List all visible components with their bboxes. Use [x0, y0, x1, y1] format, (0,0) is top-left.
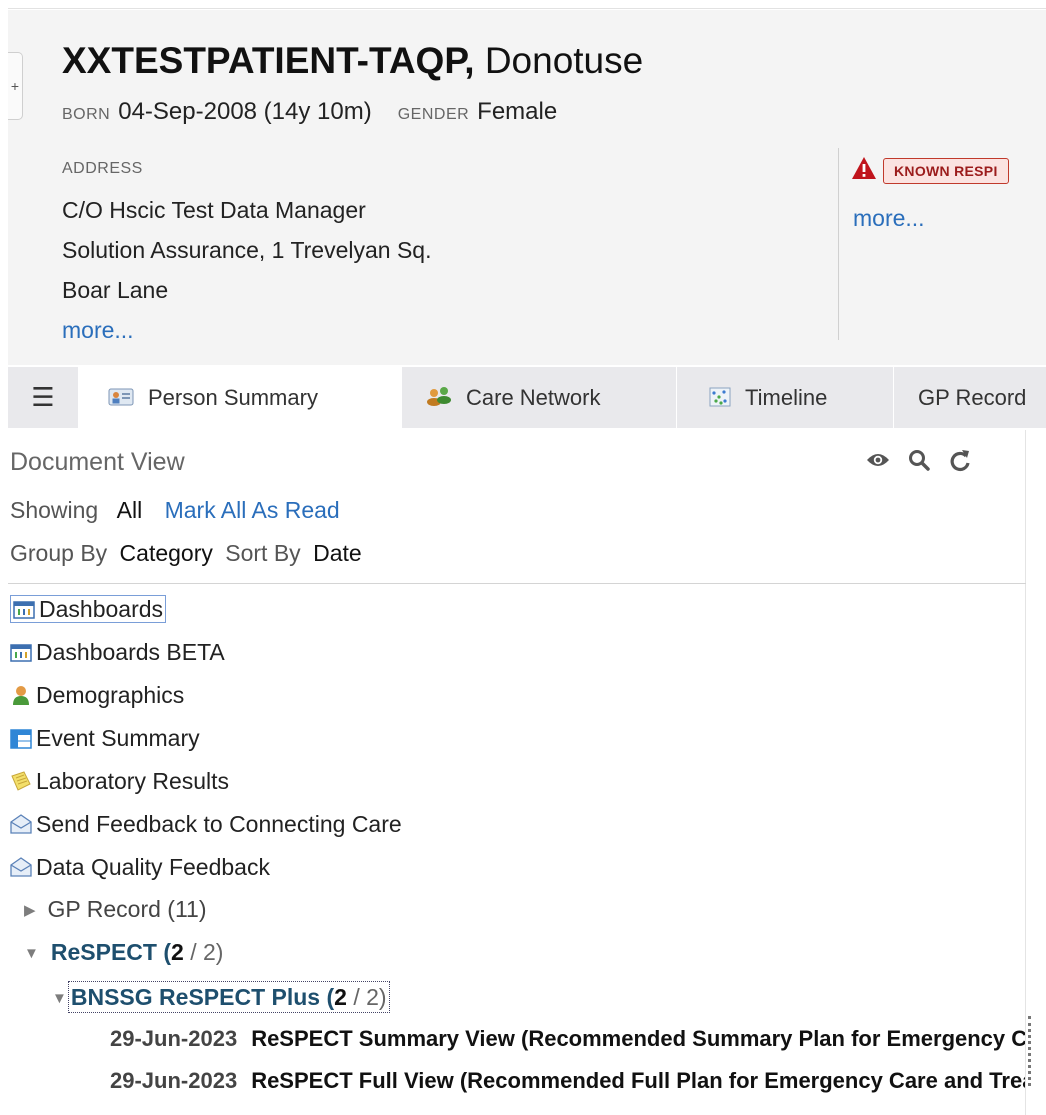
tab-label: Person Summary: [148, 385, 318, 410]
tree-item-label: Laboratory Results: [36, 768, 230, 794]
tree-item-label: Dashboards: [39, 596, 164, 622]
tab-gp-record[interactable]: GP Record: [894, 367, 1046, 428]
showing-row: Showing All Mark All As Read: [10, 497, 340, 524]
toolbar-icons: [866, 448, 985, 477]
care-network-icon: [426, 369, 452, 428]
resize-handle[interactable]: [1028, 1016, 1033, 1086]
sort-by-label: Sort By: [225, 540, 301, 566]
tree-item-event-summary[interactable]: Event Summary: [10, 725, 200, 755]
patient-name: XXTESTPATIENT-TAQP, Donotuse: [62, 40, 643, 82]
person-icon: [10, 684, 32, 712]
table-icon: [10, 728, 32, 755]
document-view-title: Document View: [10, 448, 185, 476]
tree-item-label: Dashboards BETA: [36, 639, 225, 665]
gender-label: GENDER: [397, 106, 470, 123]
tab-timeline[interactable]: Timeline: [677, 367, 893, 428]
tree-node-respect[interactable]: ▼ ReSPECT (2 / 2): [24, 939, 223, 966]
gender-value: Female: [477, 98, 558, 125]
tree-item-laboratory-results[interactable]: Laboratory Results: [10, 768, 229, 798]
patient-banner: + XXTESTPATIENT-TAQP, Donotuse BORN 04-Se…: [8, 10, 1046, 365]
tree-item-dashboards[interactable]: Dashboards: [10, 595, 167, 626]
tree-node-label: ReSPECT: [50, 939, 157, 965]
document-date: 29-Jun-2023: [110, 1026, 238, 1051]
born-label: BORN: [62, 106, 111, 123]
envelope-icon: [10, 813, 32, 841]
sort-by-value[interactable]: Date: [313, 540, 362, 566]
tree-item-data-quality-feedback[interactable]: Data Quality Feedback: [10, 854, 270, 884]
address-more-link[interactable]: more...: [62, 310, 432, 350]
top-border: [8, 8, 1046, 9]
group-sort-row: Group By Category Sort By Date: [10, 540, 362, 567]
collapse-arrow-icon[interactable]: ▼: [24, 945, 39, 962]
tree-item-dashboards-beta[interactable]: Dashboards BETA: [10, 639, 225, 669]
alert-area: KNOWN RESPI: [851, 156, 1009, 185]
address-line-1: C/O Hscic Test Data Manager: [62, 197, 366, 223]
tab-bar: ☰ Person Summary Care Network Timeline G…: [8, 367, 1046, 428]
respect-total-count: 2: [202, 939, 216, 965]
search-icon[interactable]: [908, 449, 931, 476]
tree-item-label: Data Quality Feedback: [36, 854, 270, 880]
tree-node-bnssg-respect-plus[interactable]: ▼ BNSSG ReSPECT Plus (2 / 2): [52, 981, 390, 1013]
timeline-icon: [709, 369, 731, 428]
showing-label: Showing: [10, 497, 99, 523]
menu-icon[interactable]: ☰: [8, 367, 78, 428]
document-row[interactable]: 29-Jun-2023 ReSPECT Summary View (Recomme…: [110, 1026, 1025, 1052]
patient-details: BORN 04-Sep-2008 (14y 10m) GENDER Female: [62, 98, 557, 126]
banner-expand-button[interactable]: +: [8, 52, 23, 120]
refresh-icon[interactable]: [949, 448, 971, 477]
header-divider: [8, 583, 1026, 584]
warning-icon: [851, 156, 877, 185]
tree-item-send-feedback[interactable]: Send Feedback to Connecting Care: [10, 811, 402, 841]
group-by-value[interactable]: Category: [120, 540, 213, 566]
address-label: ADDRESS: [62, 160, 143, 177]
tree-item-demographics[interactable]: Demographics: [10, 682, 184, 712]
alert-badge[interactable]: KNOWN RESPI: [883, 157, 1009, 184]
tab-label: GP Record: [918, 385, 1027, 410]
dashboard-icon: [10, 642, 32, 669]
tree-item-label: Send Feedback to Connecting Care: [36, 811, 402, 837]
group-by-label: Group By: [10, 540, 108, 566]
tab-person-summary[interactable]: Person Summary: [78, 367, 402, 428]
mark-all-read-link[interactable]: Mark All As Read: [165, 497, 340, 523]
tab-label: Timeline: [745, 385, 828, 410]
notes-icon: [10, 770, 32, 798]
respect-unread-count: 2: [171, 939, 184, 965]
bnssg-unread-count: 2: [334, 984, 347, 1010]
alert-more-link[interactable]: more...: [853, 205, 925, 232]
banner-divider: [838, 148, 839, 340]
dashboard-icon: [13, 599, 35, 626]
document-date: 29-Jun-2023: [110, 1068, 238, 1093]
tree-node-label: GP Record (11): [47, 896, 207, 922]
tree-node-label: BNSSG ReSPECT Plus: [70, 984, 321, 1010]
collapse-arrow-icon[interactable]: ▼: [52, 990, 67, 1007]
patient-forename: Donotuse: [484, 40, 644, 81]
panel-right-border: [1025, 430, 1026, 1115]
document-title: ReSPECT Summary View (Recommended Summar…: [251, 1026, 1025, 1051]
tree-item-label: Event Summary: [36, 725, 200, 751]
born-value: 04-Sep-2008 (14y 10m): [118, 98, 372, 125]
bnssg-total-count: 2: [366, 984, 379, 1010]
address-line-3: Boar Lane: [62, 277, 169, 303]
eye-icon[interactable]: [866, 451, 890, 474]
address-line-2: Solution Assurance, 1 Trevelyan Sq.: [62, 237, 432, 263]
tree-item-label: Demographics: [36, 682, 185, 708]
tree-node-gp-record[interactable]: ▶ GP Record (11): [24, 896, 206, 923]
document-title: ReSPECT Full View (Recommended Full Plan…: [251, 1068, 1025, 1093]
envelope-icon: [10, 856, 32, 884]
address-block: C/O Hscic Test Data Manager Solution Ass…: [62, 190, 432, 350]
tab-care-network[interactable]: Care Network: [402, 367, 676, 428]
tab-label: Care Network: [466, 385, 601, 410]
document-row[interactable]: 29-Jun-2023 ReSPECT Full View (Recommende…: [110, 1068, 1025, 1094]
patient-surname: XXTESTPATIENT-TAQP,: [62, 40, 475, 81]
showing-value[interactable]: All: [117, 497, 143, 523]
expand-arrow-icon[interactable]: ▶: [24, 901, 36, 919]
person-summary-icon: [108, 369, 134, 428]
